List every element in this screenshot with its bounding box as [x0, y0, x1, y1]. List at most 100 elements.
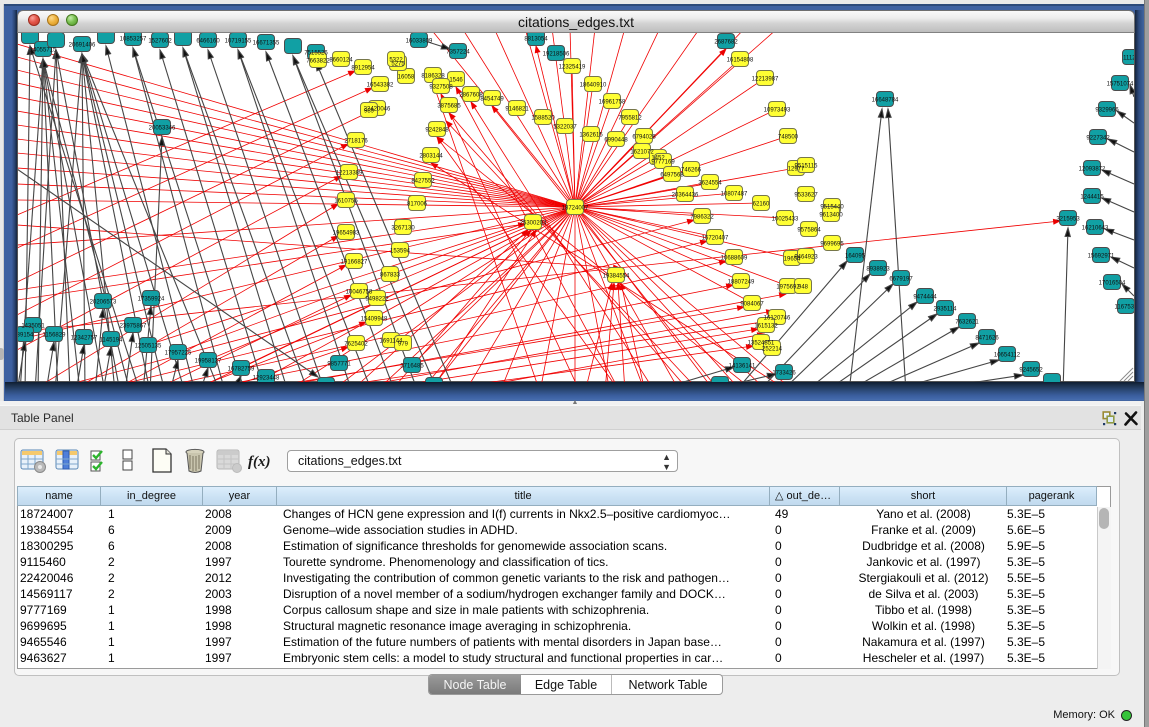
svg-text:18807249: 18807249 [728, 280, 755, 286]
svg-text:979: 979 [398, 342, 409, 348]
svg-text:1362615: 1362615 [579, 133, 603, 139]
svg-text:3267130: 3267130 [391, 226, 415, 232]
svg-text:1610755: 1610755 [334, 199, 358, 205]
svg-text:6497568: 6497568 [660, 173, 684, 179]
svg-text:9227342: 9227342 [1086, 136, 1110, 142]
svg-text:1156829: 1156829 [43, 333, 67, 339]
svg-text:7357224: 7357224 [446, 50, 470, 56]
svg-text:16782759: 16782759 [228, 367, 255, 373]
svg-text:16671355: 16671355 [253, 41, 280, 47]
svg-text:16154808: 16154808 [727, 58, 754, 64]
svg-text:15720407: 15720407 [702, 236, 729, 242]
svg-text:18724007: 18724007 [562, 206, 589, 212]
svg-text:9329966: 9329966 [1095, 108, 1119, 114]
svg-text:17359924: 17359924 [138, 297, 165, 303]
svg-text:8471626: 8471626 [975, 336, 999, 342]
svg-text:17016504: 17016504 [1099, 281, 1126, 287]
svg-text:23975867: 23975867 [120, 324, 147, 330]
svg-text:7515526: 7515526 [304, 51, 328, 57]
svg-text:748500: 748500 [778, 135, 799, 141]
svg-text:8912954: 8912954 [351, 66, 375, 72]
svg-text:6679197: 6679197 [889, 277, 913, 283]
svg-text:8427552: 8427552 [411, 179, 435, 185]
svg-text:19166827: 19166827 [341, 260, 368, 266]
svg-text:20691406: 20691406 [69, 43, 96, 49]
svg-text:16961758: 16961758 [599, 100, 626, 106]
svg-text:8186328: 8186328 [421, 74, 445, 80]
svg-text:16120746: 16120746 [764, 316, 791, 322]
svg-text:817006: 817006 [407, 202, 428, 208]
svg-text:12505135: 12505135 [135, 344, 162, 350]
svg-text:16058: 16058 [398, 75, 415, 81]
svg-text:9464923: 9464923 [794, 255, 818, 261]
svg-text:746266: 746266 [681, 168, 702, 174]
svg-text:3875685: 3875685 [437, 104, 461, 110]
svg-text:9613400: 9613400 [819, 213, 843, 219]
svg-text:8454749: 8454749 [480, 97, 504, 103]
svg-text:10719155: 10719155 [225, 39, 252, 45]
svg-text:1145194: 1145194 [100, 338, 124, 344]
svg-text:39154: 39154 [18, 333, 34, 339]
svg-text:9474444: 9474444 [913, 295, 937, 301]
svg-text:6794028: 6794028 [632, 135, 656, 141]
svg-text:1244415: 1244415 [1080, 195, 1104, 201]
svg-text:9146821: 9146821 [505, 107, 529, 113]
svg-text:2803144: 2803144 [419, 154, 443, 160]
svg-text:7986322: 7986322 [690, 215, 714, 221]
svg-text:948: 948 [798, 285, 809, 291]
svg-text:164095: 164095 [845, 254, 866, 260]
svg-text:7955812: 7955812 [618, 116, 642, 122]
svg-text:6466160: 6466160 [196, 39, 220, 45]
svg-text:1435051: 1435051 [21, 324, 45, 330]
svg-text:1975692: 1975692 [776, 285, 800, 291]
svg-text:16033809: 16033809 [406, 39, 433, 45]
svg-text:f(x): f(x) [248, 454, 271, 470]
svg-text:16543382: 16543382 [367, 83, 394, 89]
svg-text:15751074: 15751074 [1107, 82, 1134, 88]
svg-text:9699695: 9699695 [820, 242, 844, 248]
svg-text:3215953: 3215953 [1056, 217, 1080, 223]
svg-text:11123: 11123 [1123, 56, 1134, 62]
svg-text:153594: 153594 [390, 249, 411, 255]
svg-text:252214: 252214 [762, 347, 783, 353]
svg-text:16210643: 16210643 [1082, 226, 1109, 232]
svg-text:2687682: 2687682 [714, 40, 738, 46]
svg-text:9245652: 9245652 [1019, 368, 1043, 374]
svg-text:12923448: 12923448 [253, 376, 280, 382]
svg-text:10853257: 10853257 [120, 37, 147, 43]
svg-text:1733426: 1733426 [772, 371, 796, 377]
svg-text:8813054: 8813054 [524, 37, 548, 43]
svg-text:10046758: 10046758 [346, 290, 373, 296]
svg-text:15409948: 15409948 [361, 317, 388, 323]
svg-text:12213987: 12213987 [752, 77, 779, 83]
svg-text:19654983: 19654983 [333, 231, 360, 237]
svg-text:7625402: 7625402 [344, 342, 368, 348]
svg-text:9575864: 9575864 [797, 228, 821, 234]
svg-text:18640910: 18640910 [580, 83, 607, 89]
svg-text:20206573: 20206573 [90, 300, 117, 306]
svg-text:17957225: 17957225 [165, 351, 192, 357]
svg-text:10025433: 10025433 [772, 217, 799, 223]
svg-text:19218506: 19218506 [543, 52, 570, 58]
svg-text:2718176: 2718176 [344, 139, 368, 145]
svg-text:3716485: 3716485 [400, 364, 424, 370]
svg-text:10807487: 10807487 [721, 192, 748, 198]
svg-text:9777169: 9777169 [651, 160, 675, 166]
svg-text:9515115: 9515115 [795, 164, 819, 170]
svg-text:8938923: 8938923 [866, 267, 890, 273]
svg-text:12093872: 12093872 [1079, 167, 1106, 173]
svg-text:5322037: 5322037 [553, 125, 577, 131]
svg-text:10688609: 10688609 [721, 256, 748, 262]
svg-text:20364436: 20364436 [672, 193, 699, 199]
svg-text:1527602: 1527602 [148, 39, 172, 45]
svg-text:25300203: 25300203 [520, 221, 547, 227]
svg-text:12213389: 12213389 [336, 171, 363, 177]
svg-text:62160: 62160 [753, 202, 770, 208]
svg-text:10654112: 10654112 [994, 353, 1021, 359]
svg-text:7632621: 7632621 [955, 320, 979, 326]
svg-text:10973493: 10973493 [764, 108, 791, 114]
svg-text:9084067: 9084067 [740, 302, 764, 308]
svg-text:9533627: 9533627 [794, 193, 818, 199]
svg-text:8660124: 8660124 [329, 58, 353, 64]
svg-text:19384554: 19384554 [603, 274, 630, 280]
